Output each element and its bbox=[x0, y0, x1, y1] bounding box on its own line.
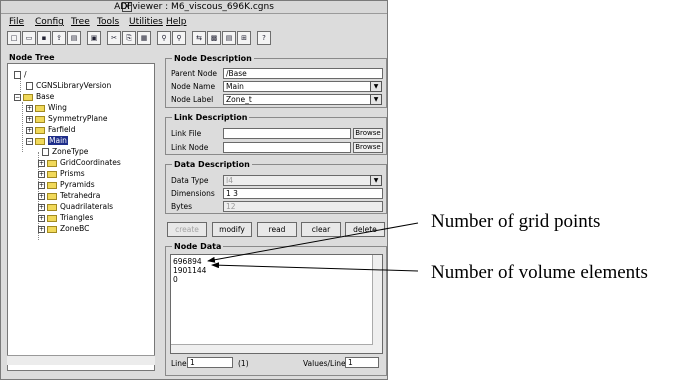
volume-elements-arrow bbox=[211, 262, 419, 272]
grid-points-annotation: Number of grid points bbox=[431, 211, 601, 232]
volume-elements-annotation: Number of volume elements bbox=[431, 262, 648, 283]
annotation-arrows bbox=[207, 222, 419, 272]
grid-points-arrow bbox=[207, 222, 419, 263]
